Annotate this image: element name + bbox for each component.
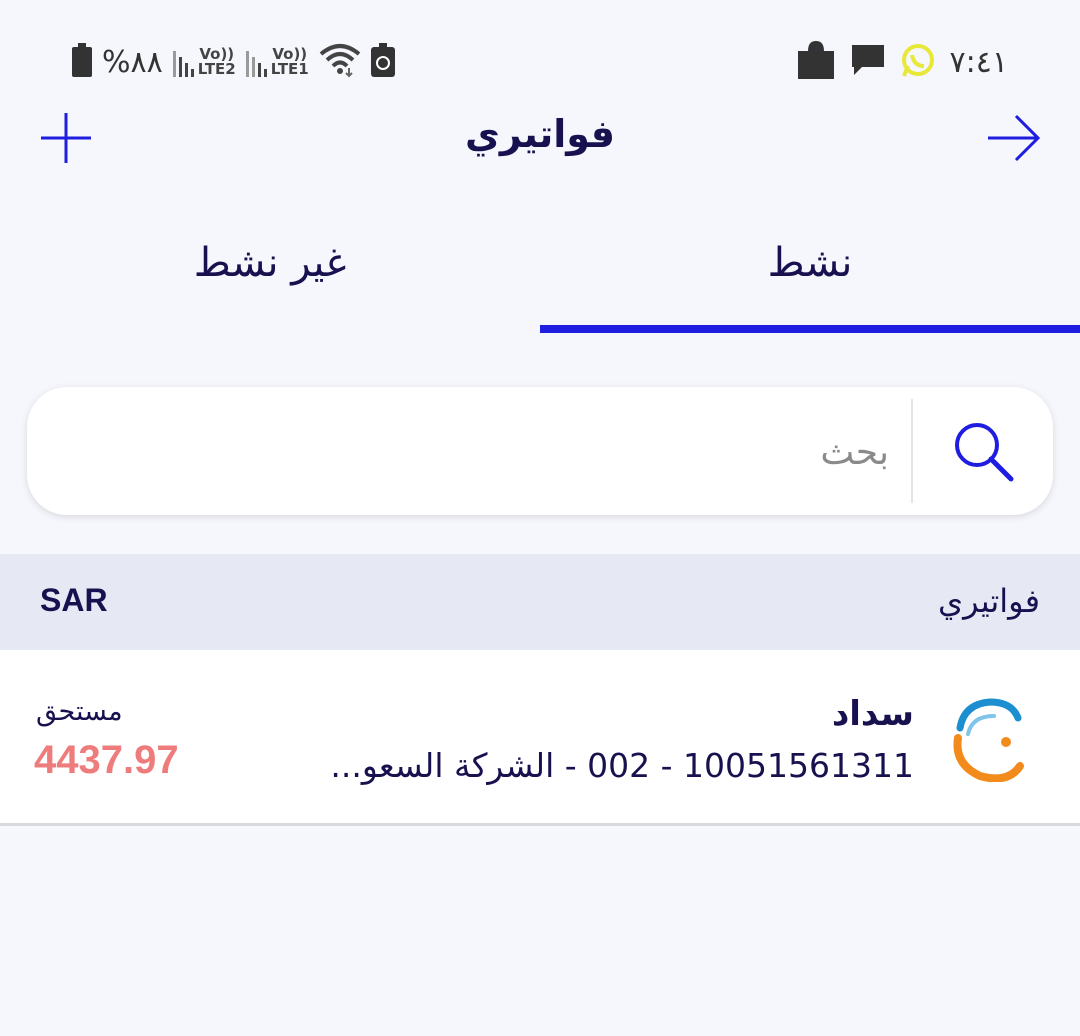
due-label: مستحق: [36, 696, 123, 727]
sadad-logo: [953, 698, 1024, 782]
page-title: فواتيري: [465, 112, 615, 156]
battery-percent: %٨٨: [102, 44, 163, 80]
biller-name: سداد: [831, 694, 914, 734]
search-icon[interactable]: [947, 417, 1017, 487]
signal-icon: [172, 49, 194, 77]
bill-row[interactable]: سداد 10051561311 - 002 - الشركة السعو...…: [0, 650, 1080, 826]
search-bar: [27, 387, 1053, 515]
section-title: فواتيري: [938, 582, 1040, 620]
sim2-signal: Vo)) LTE2: [172, 47, 236, 78]
search-input[interactable]: [67, 411, 891, 493]
due-amount: 4437.97: [34, 738, 179, 782]
signal-icon: [245, 49, 267, 77]
bill-account-details: 10051561311 - 002 - الشركة السعو...: [330, 746, 914, 785]
search-divider: [911, 399, 913, 503]
lte2-label: LTE2: [197, 60, 236, 78]
tab-inactive[interactable]: غير نشط: [0, 240, 540, 300]
active-tab-indicator: [540, 325, 1080, 333]
currency-label: SAR: [40, 582, 108, 618]
wifi-icon: [319, 42, 361, 82]
clock: ٧:٤١: [949, 44, 1008, 80]
message-icon: [850, 43, 886, 81]
puzzle-icon: [796, 39, 836, 85]
whatsapp-icon: [900, 42, 936, 82]
battery-icon: [72, 43, 92, 81]
back-button[interactable]: [984, 108, 1044, 168]
sim1-signal: Vo)) LTE1: [245, 47, 309, 78]
status-bar-left: %٨٨ Vo)) LTE2 Vo)) LTE1: [72, 40, 395, 84]
bills-section-header: SAR فواتيري: [0, 554, 1080, 650]
battery-saver-icon: [370, 43, 395, 81]
lte1-label: LTE1: [270, 60, 309, 78]
tab-active[interactable]: نشط: [540, 240, 1080, 300]
status-bar-right: ٧:٤١: [796, 40, 1008, 84]
arrow-right-icon: [988, 114, 1041, 162]
